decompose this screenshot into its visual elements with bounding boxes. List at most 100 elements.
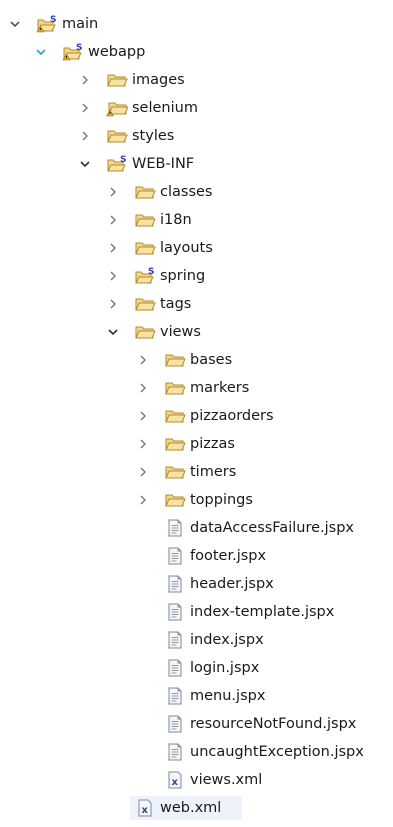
folder-icon <box>164 491 186 509</box>
chevron-down-icon[interactable] <box>106 318 120 346</box>
tree-item-label: timers <box>190 464 237 480</box>
tree-item-label: layouts <box>160 240 213 256</box>
chevron-right-icon[interactable] <box>136 458 150 486</box>
tree-item-folder[interactable]: styles <box>0 122 393 150</box>
chevron-right-icon[interactable] <box>106 206 120 234</box>
folder-icon <box>106 71 128 89</box>
folder-icon <box>134 183 156 201</box>
tree-item-folder[interactable]: toppings <box>0 486 393 514</box>
jspx-file-icon <box>164 687 186 705</box>
tree-item-file[interactable]: uncaughtException.jspx <box>0 738 393 766</box>
tree-item-label: index-template.jspx <box>190 604 335 620</box>
spring-folder-warning-icon: S <box>36 15 58 33</box>
tree-item-file[interactable]: index-template.jspx <box>0 598 393 626</box>
folder-warning-icon <box>105 99 129 117</box>
tree-item-label: views.xml <box>190 772 263 788</box>
tree-item-label: selenium <box>132 100 198 116</box>
tree-item-folder[interactable]: markers <box>0 374 393 402</box>
tree-item-folder[interactable]: Sspring <box>0 262 393 290</box>
tree-item-label: pizzas <box>190 436 235 452</box>
tree-item-folder[interactable]: bases <box>0 346 393 374</box>
tree-item-folder[interactable]: timers <box>0 458 393 486</box>
tree-item-file[interactable]: dataAccessFailure.jspx <box>0 514 393 542</box>
tree-item-label: WEB-INF <box>132 156 195 172</box>
tree-item-file[interactable]: index.jspx <box>0 626 393 654</box>
chevron-right-icon[interactable] <box>78 94 92 122</box>
chevron-down-icon[interactable] <box>8 10 22 38</box>
tree-item-folder[interactable]: selenium <box>0 94 393 122</box>
folder-icon <box>134 323 156 341</box>
tree-item-folder[interactable]: S WEB-INF <box>0 150 393 178</box>
tree-item-file[interactable]: resourceNotFound.jspx <box>0 710 393 738</box>
jspx-file-icon <box>164 603 186 621</box>
tree-item-folder[interactable]: classes <box>0 178 393 206</box>
spring-folder-icon: S <box>106 155 128 173</box>
chevron-right-icon[interactable] <box>106 290 120 318</box>
chevron-right-icon[interactable] <box>136 430 150 458</box>
tree-item-label: markers <box>190 380 250 396</box>
chevron-right-icon[interactable] <box>136 486 150 514</box>
tree-item-label: web.xml <box>160 800 222 816</box>
chevron-right-icon[interactable] <box>106 234 120 262</box>
tree-item-label: bases <box>190 352 233 368</box>
tree-item-label: toppings <box>190 492 253 508</box>
tree-item-folder[interactable]: pizzaorders <box>0 402 393 430</box>
tree-item-file[interactable]: login.jspx <box>0 654 393 682</box>
tree-item-label: tags <box>160 296 192 312</box>
tree-item-file[interactable]: footer.jspx <box>0 542 393 570</box>
tree-item-label: images <box>132 72 185 88</box>
jspx-file-icon <box>164 519 186 537</box>
chevron-right-icon[interactable] <box>106 178 120 206</box>
tree-item-folder[interactable]: Swebapp <box>0 38 393 66</box>
chevron-down-icon[interactable] <box>34 38 48 66</box>
spring-folder-warning-icon: S <box>62 43 84 61</box>
tree-item-label: views <box>160 324 201 340</box>
tree-item-folder[interactable]: tags <box>0 290 393 318</box>
jspx-file-icon <box>164 575 186 593</box>
tree-item-file[interactable]: header.jspx <box>0 570 393 598</box>
tree-item-folder[interactable]: images <box>0 66 393 94</box>
tree-item-folder[interactable]: views <box>0 318 393 346</box>
folder-icon <box>164 351 186 369</box>
folder-icon <box>164 379 186 397</box>
tree-item-label: uncaughtException.jspx <box>190 744 364 760</box>
folder-icon <box>164 463 186 481</box>
tree-item-folder[interactable]: i18n <box>0 206 393 234</box>
folder-icon <box>164 435 186 453</box>
folder-icon <box>134 295 156 313</box>
chevron-right-icon[interactable] <box>106 262 120 290</box>
folder-icon <box>134 239 156 257</box>
svg-text:S: S <box>120 155 126 165</box>
tree-item-file[interactable]: x views.xml <box>0 766 393 794</box>
jspx-file-icon <box>164 743 186 761</box>
tree-item-label: webapp <box>88 44 146 60</box>
tree-item-label: menu.jspx <box>190 688 266 704</box>
spring-folder-icon: S <box>134 267 156 285</box>
tree-item-label: main <box>62 16 99 32</box>
folder-icon <box>106 127 128 145</box>
svg-text:S: S <box>76 43 82 53</box>
tree-item-folder[interactable]: pizzas <box>0 430 393 458</box>
xml-file-icon: x <box>134 799 156 817</box>
folder-icon <box>134 211 156 229</box>
jspx-file-icon <box>164 631 186 649</box>
chevron-right-icon[interactable] <box>136 346 150 374</box>
svg-text:x: x <box>172 777 179 788</box>
svg-text:S: S <box>50 15 56 25</box>
jspx-file-icon <box>164 547 186 565</box>
tree-item-label: login.jspx <box>190 660 260 676</box>
tree-item-file[interactable]: x web.xml <box>0 794 393 822</box>
tree-item-label: dataAccessFailure.jspx <box>190 520 354 536</box>
tree-item-label: footer.jspx <box>190 548 267 564</box>
chevron-right-icon[interactable] <box>78 122 92 150</box>
tree-item-file[interactable]: menu.jspx <box>0 682 393 710</box>
chevron-down-icon[interactable] <box>78 150 92 178</box>
tree-item-folder[interactable]: Smain <box>0 10 393 38</box>
tree-item-folder[interactable]: layouts <box>0 234 393 262</box>
chevron-right-icon[interactable] <box>78 66 92 94</box>
tree-item-label: resourceNotFound.jspx <box>190 716 357 732</box>
tree-item-label: spring <box>160 268 206 284</box>
svg-text:S: S <box>148 267 154 277</box>
chevron-right-icon[interactable] <box>136 402 150 430</box>
chevron-right-icon[interactable] <box>136 374 150 402</box>
